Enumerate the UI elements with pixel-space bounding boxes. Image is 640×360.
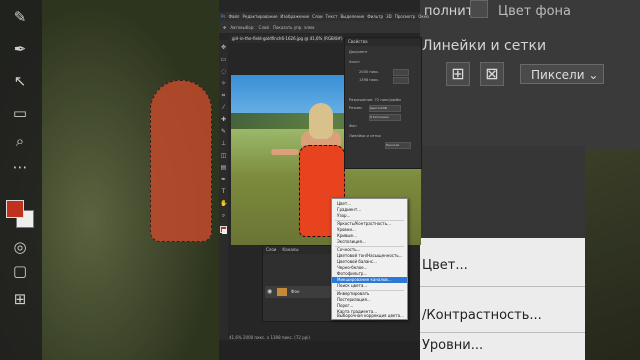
pattern-grid-icon[interactable]: ⊠	[480, 62, 504, 86]
photoshop-window: Ps Файл Редактирование Изображение Слои …	[219, 0, 429, 360]
right-adjust-menu: Цвет... /Контрастность... Уровни...	[420, 238, 585, 360]
menu-item-pattern[interactable]: Узор...	[337, 213, 407, 219]
heal-icon[interactable]: ✚	[220, 116, 227, 123]
autoselect-value[interactable]: Слой	[259, 25, 269, 30]
move-icon[interactable]: ✥	[220, 44, 227, 51]
depth-select[interactable]: 8 бит/канал	[369, 114, 401, 121]
stamp-icon[interactable]: ⊥	[220, 140, 227, 147]
mode-label: Режим	[349, 106, 362, 110]
text-icon[interactable]: T	[220, 188, 227, 195]
rect-icon[interactable]: ▭	[11, 104, 29, 122]
width-value[interactable]: 2000 пикс.	[359, 70, 379, 74]
crop-icon[interactable]: ⌗	[220, 92, 227, 99]
units-value: Пиксели	[531, 68, 585, 82]
brush-icon[interactable]: ✎	[11, 8, 29, 26]
menu-item-exposure[interactable]: Экспозиция...	[337, 239, 407, 245]
resolution-label: Разрешение: 72 пикс/дюйм	[349, 98, 401, 102]
units-small-select[interactable]: Пиксели	[385, 142, 411, 149]
eye-icon[interactable]: ◉	[267, 288, 272, 295]
tools-panel: ✥ ▭ ◌ ✧ ⌗ ⁄ ✚ ✎ ⊥ ◫ ▤ ✒ T ✋ ⌕	[219, 40, 228, 340]
document-label: Документ	[349, 50, 368, 54]
brush-icon[interactable]: ✎	[220, 128, 227, 135]
arrow-icon[interactable]: ↖	[11, 72, 29, 90]
zoom-icon[interactable]: ⌕	[220, 212, 227, 219]
menu-select[interactable]: Выделение	[340, 14, 364, 19]
screen-mode-icon[interactable]: ▢	[11, 262, 29, 280]
left-arm	[271, 149, 299, 155]
pen-icon[interactable]: ✒	[220, 176, 227, 183]
menu-ps[interactable]: Ps	[221, 14, 225, 19]
pen-icon[interactable]: ✒	[11, 40, 29, 58]
gradient-icon[interactable]: ▤	[220, 164, 227, 171]
lasso-icon[interactable]: ◌	[220, 68, 227, 75]
layer-name: Фон	[291, 289, 300, 294]
hand-icon[interactable]: ✋	[220, 200, 227, 207]
guides-label: Линейки и сетки	[349, 134, 381, 138]
menu-filter[interactable]: Фильтр	[367, 14, 383, 19]
right-menu-sep	[420, 332, 585, 333]
frame-icon[interactable]: ⊞	[11, 290, 29, 308]
menu-view[interactable]: Просмотр	[395, 14, 416, 19]
document-tab[interactable]: girl-in-the-field-goldfinch6-1626.jpg @ …	[229, 35, 343, 43]
right-menu-item[interactable]: /Контрастность...	[422, 308, 542, 323]
eraser-icon[interactable]: ◫	[220, 152, 227, 159]
canvas-label: Холст	[349, 60, 361, 64]
menu-file[interactable]: Файл	[228, 14, 239, 19]
x-field[interactable]	[393, 69, 409, 76]
bottom-bar	[219, 341, 420, 360]
menu-item-color-lookup[interactable]: Поиск цвета...	[337, 283, 407, 289]
move-tool-icon[interactable]: ✥	[223, 25, 226, 30]
right-menu-item[interactable]: Уровни...	[422, 338, 483, 353]
bg-color-label: Цвет фона	[498, 4, 571, 19]
grid-icon[interactable]: ⊞	[446, 62, 470, 86]
menu-window[interactable]: Окно	[418, 14, 429, 19]
layer-thumbnail	[277, 288, 287, 296]
units-select[interactable]: Пиксели ⌄	[520, 64, 604, 84]
guides-title: Линейки и сетки	[422, 38, 547, 54]
fill-toggle[interactable]	[470, 0, 488, 18]
foreground-color-swatch[interactable]	[6, 200, 24, 218]
tab-channels[interactable]: Каналы	[282, 246, 298, 254]
tab-layers[interactable]: Слои	[266, 246, 276, 254]
properties-panel: Свойства Документ Холст 2000 пикс. 1398 …	[344, 37, 422, 169]
zoom-icon[interactable]: ⌕	[11, 132, 29, 150]
adjustment-menu: Цвет... Градиент... Узор... Яркость/Конт…	[331, 198, 408, 320]
menu-item-selective-color[interactable]: Выборочная коррекция цвета...	[337, 313, 407, 319]
eyedropper-icon[interactable]: ⁄	[220, 104, 227, 111]
marquee-icon[interactable]: ▭	[220, 56, 227, 63]
left-toolbar: ✎ ✒ ↖ ▭ ⌕ ⋯ ◎ ▢ ⊞	[0, 0, 42, 360]
y-field[interactable]	[393, 77, 409, 84]
menu-text[interactable]: Текст	[326, 14, 338, 19]
menu-bar: Ps Файл Редактирование Изображение Слои …	[219, 12, 429, 21]
autoselect-label[interactable]: Автовыбор:	[230, 25, 254, 30]
menu-layers[interactable]: Слои	[312, 14, 322, 19]
right-panel-shade	[420, 146, 585, 238]
show-controls-label[interactable]: Показать упр. элем.	[273, 25, 315, 30]
properties-title: Свойства	[345, 38, 421, 46]
height-value[interactable]: 1398 пикс.	[359, 78, 379, 82]
bg-label: Фон	[349, 124, 357, 128]
quickmask-icon[interactable]: ◎	[11, 238, 29, 256]
bg-swatch[interactable]	[222, 229, 227, 234]
right-menu-sep	[420, 286, 585, 287]
more-icon[interactable]: ⋯	[11, 158, 29, 176]
menu-edit[interactable]: Редактирование	[243, 14, 278, 19]
hair	[309, 103, 333, 139]
mode-select[interactable]: Цвета RGB	[369, 105, 401, 112]
quick-select-icon[interactable]: ✧	[220, 80, 227, 87]
options-bar: ✥ Автовыбор: Слой Показать упр. элем.	[219, 21, 420, 33]
right-menu-item[interactable]: Цвет...	[422, 258, 468, 273]
menu-3d[interactable]: 3D	[386, 14, 392, 19]
menu-image[interactable]: Изображение	[280, 14, 309, 19]
left-woman-silhouette	[150, 80, 212, 242]
